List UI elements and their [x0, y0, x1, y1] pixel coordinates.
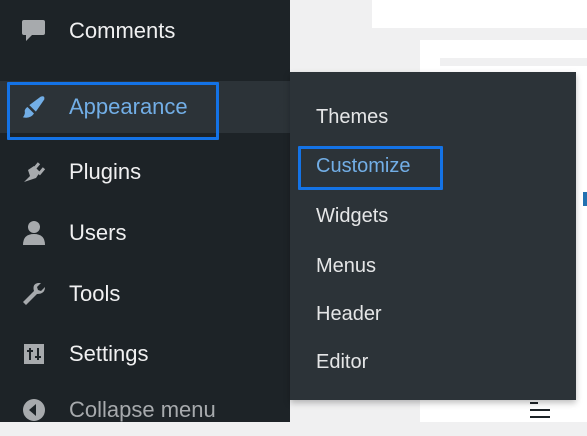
submenu-item-menus[interactable]: Menus [316, 255, 376, 278]
content-panel-divider [440, 58, 587, 66]
sidebar-item-label: Settings [69, 341, 149, 366]
customize-highlight-box [298, 146, 443, 190]
collapse-menu-label: Collapse menu [69, 397, 216, 422]
submenu-item-editor[interactable]: Editor [316, 351, 368, 374]
sidebar-item-tools[interactable]: Tools [0, 268, 290, 320]
sidebar-item-label: Tools [69, 281, 121, 306]
wrench-icon [20, 280, 48, 308]
admin-sidebar: Comments Appearance Plugins Users Tools … [0, 0, 290, 422]
submenu-item-widgets[interactable]: Widgets [316, 205, 388, 228]
content-accent-bar [583, 192, 587, 206]
appearance-submenu: Themes Customize Widgets Menus Header Ed… [290, 72, 576, 400]
submenu-item-themes[interactable]: Themes [316, 106, 388, 129]
user-icon [20, 219, 48, 247]
sidebar-item-label: Plugins [69, 159, 142, 184]
appearance-highlight-box [7, 82, 219, 140]
sidebar-item-plugins[interactable]: Plugins [0, 146, 290, 198]
sidebar-item-label: Users [69, 220, 127, 245]
comment-icon [20, 17, 48, 45]
plugin-icon [20, 158, 48, 186]
collapse-menu-button[interactable]: Collapse menu [0, 384, 290, 436]
settings-icon [20, 340, 48, 368]
collapse-arrow-icon [20, 396, 48, 424]
list-view-icon[interactable] [528, 402, 552, 420]
sidebar-item-comments[interactable]: Comments [0, 5, 290, 57]
submenu-pointer-arrow [276, 96, 290, 124]
submenu-item-header[interactable]: Header [316, 303, 382, 326]
content-panel-top [372, 0, 587, 28]
sidebar-item-users[interactable]: Users [0, 207, 290, 259]
sidebar-item-label: Comments [69, 18, 176, 43]
sidebar-item-settings[interactable]: Settings [0, 328, 290, 380]
